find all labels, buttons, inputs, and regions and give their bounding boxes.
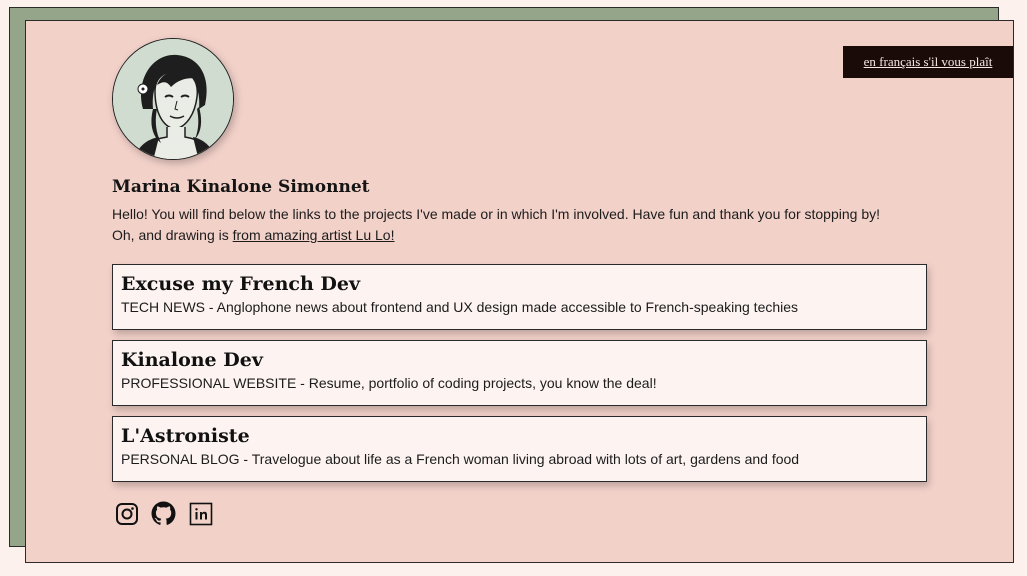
project-description: PERSONAL BLOG - Travelogue about life as…: [121, 451, 800, 467]
main-panel: en français s'il vous plaît Marina Kinal…: [25, 20, 1014, 563]
intro-line-1: Hello! You will find below the links to …: [112, 206, 880, 222]
project-card-kinalone-dev[interactable]: Kinalone Dev PROFESSIONAL WEBSITE - Resu…: [112, 340, 927, 406]
project-card-excuse-my-french-dev[interactable]: Excuse my French Dev TECH NEWS - Angloph…: [112, 264, 927, 330]
intro-line-2-prefix: Oh, and drawing is: [112, 227, 233, 243]
project-title: Excuse my French Dev: [121, 273, 361, 295]
social-links: [114, 501, 213, 526]
project-title: L'Astroniste: [121, 425, 250, 447]
avatar: [112, 38, 234, 160]
profile-name: Marina Kinalone Simonnet: [112, 177, 370, 197]
artist-link[interactable]: from amazing artist Lu Lo!: [233, 227, 395, 243]
project-description: TECH NEWS - Anglophone news about fronte…: [121, 299, 799, 315]
linkedin-icon[interactable]: [188, 501, 213, 526]
intro-line-2: Oh, and drawing is from amazing artist L…: [112, 225, 912, 246]
project-card-lastroniste[interactable]: L'Astroniste PERSONAL BLOG - Travelogue …: [112, 416, 927, 482]
github-icon[interactable]: [151, 501, 176, 526]
portrait-illustration: [113, 39, 233, 159]
project-title: Kinalone Dev: [121, 349, 263, 371]
intro-text: Hello! You will find below the links to …: [112, 204, 912, 246]
instagram-icon[interactable]: [114, 501, 139, 526]
project-description: PROFESSIONAL WEBSITE - Resume, portfolio…: [121, 375, 657, 391]
language-toggle-button[interactable]: en français s'il vous plaît: [843, 46, 1013, 78]
